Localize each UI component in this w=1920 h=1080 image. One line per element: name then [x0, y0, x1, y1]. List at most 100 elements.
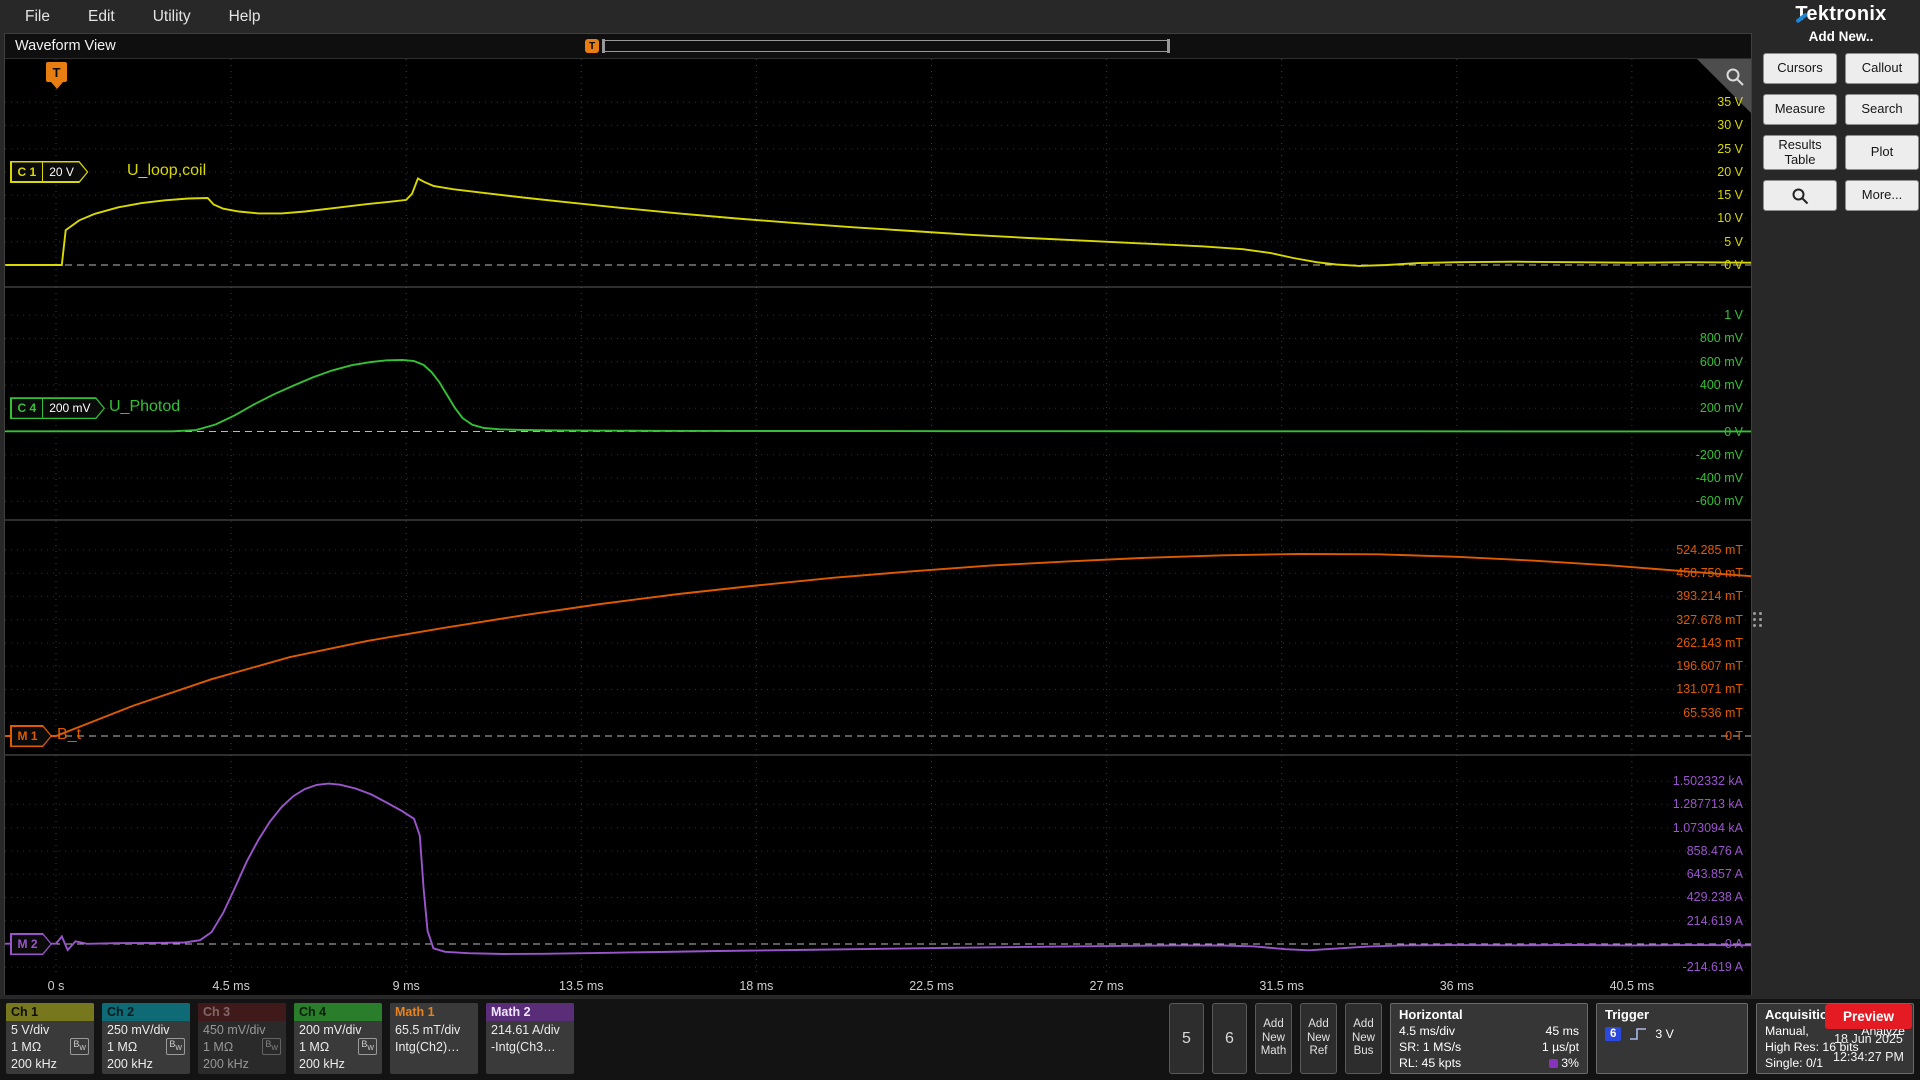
- y-tick-label-ch4: -400 mV: [1695, 471, 1743, 486]
- y-tick-label-math2: 214.619 A: [1686, 913, 1743, 928]
- badge-name: C 4: [17, 401, 37, 416]
- x-tick-label: 40.5 ms: [1609, 979, 1655, 993]
- magnifier-icon[interactable]: [1724, 66, 1746, 88]
- horizontal-window: 45 ms: [1545, 1024, 1580, 1038]
- bandwidth-limit-icon: BW: [70, 1038, 89, 1055]
- more-button[interactable]: More...: [1845, 180, 1919, 211]
- results-table-button[interactable]: Results Table: [1763, 135, 1837, 170]
- overview-right-bracket[interactable]: [1167, 39, 1170, 53]
- trigger-panel[interactable]: Trigger 6 3 V: [1596, 1003, 1748, 1074]
- y-tick-label-ch4: -600 mV: [1695, 494, 1743, 509]
- waveform-badge-ch1[interactable]: C 1 20 V: [10, 161, 88, 183]
- channel-badge-math-2[interactable]: Math 2 214.61 A/div -Intg(Ch3…: [486, 1003, 574, 1074]
- y-tick-label-ch4: 0 V: [1724, 424, 1743, 439]
- trigger-level: 3 V: [1655, 1027, 1674, 1041]
- channel-setting: 200 kHz: [107, 1056, 153, 1071]
- x-tick-label: 31.5 ms: [1259, 979, 1304, 993]
- channel-badge-header: Ch 1: [6, 1003, 94, 1021]
- channel-badge-math-1[interactable]: Math 1 65.5 mT/div Intg(Ch2)…: [390, 1003, 478, 1074]
- horizontal-record-length: RL: 45 kpts: [1399, 1056, 1462, 1070]
- channel-setting: 1 MΩ BW: [102, 1038, 190, 1055]
- channel-setting: 250 mV/div: [107, 1022, 170, 1037]
- y-tick-label-math1: 327.678 mT: [1676, 612, 1743, 627]
- zoom-overview-bar[interactable]: T: [585, 39, 1170, 53]
- overview-left-bracket[interactable]: [602, 39, 605, 53]
- channel-badge-header: Math 1: [390, 1003, 478, 1021]
- channel-setting: Intg(Ch2)…: [395, 1039, 460, 1054]
- y-tick-label-math1: 262.143 mT: [1676, 635, 1743, 650]
- channel-button-5[interactable]: 5: [1169, 1003, 1204, 1074]
- y-tick-label-ch1: 0 V: [1724, 258, 1743, 272]
- measure-button[interactable]: Measure: [1763, 94, 1837, 125]
- waveform-label-ch4: U_Photod: [109, 398, 181, 416]
- waveform-badge-math2[interactable]: M 2: [10, 933, 52, 955]
- plot-button[interactable]: Plot: [1845, 135, 1919, 170]
- y-tick-label-ch1: 20 V: [1717, 164, 1743, 179]
- channel-button-6[interactable]: 6: [1212, 1003, 1247, 1074]
- y-tick-label-math1: 393.214 mT: [1676, 589, 1743, 604]
- overview-track[interactable]: [602, 39, 1170, 53]
- channel-badge-ch-4[interactable]: Ch 4 200 mV/div 1 MΩ BW 200 kHz: [294, 1003, 382, 1074]
- badge-divider: [42, 399, 43, 418]
- badge-name: M 1: [17, 729, 38, 743]
- trigger-marker-flag[interactable]: T: [46, 62, 67, 89]
- channel-badge-header: Math 2: [486, 1003, 574, 1021]
- panel-splitter-handle[interactable]: [1753, 612, 1762, 627]
- menu-item-file[interactable]: File: [6, 3, 69, 31]
- channel-setting: 200 kHz: [299, 1056, 345, 1071]
- trace-math2: [5, 782, 1751, 955]
- waveform-canvas[interactable]: [5, 59, 1751, 977]
- x-tick-label: 27 ms: [1089, 979, 1124, 993]
- zoom-button[interactable]: [1763, 180, 1837, 211]
- y-tick-label-ch4: -200 mV: [1695, 447, 1743, 462]
- y-tick-label-ch4: 800 mV: [1699, 331, 1743, 346]
- add-new-math-button[interactable]: Add New Math: [1255, 1003, 1292, 1074]
- menu-item-edit[interactable]: Edit: [69, 3, 134, 31]
- channel-setting: -Intg(Ch3…: [491, 1039, 556, 1054]
- preview-button[interactable]: Preview: [1824, 1004, 1912, 1029]
- magnifier-icon: [1792, 188, 1809, 204]
- y-tick-label-ch1: 30 V: [1717, 118, 1743, 133]
- badge-name: M 2: [17, 937, 38, 951]
- callout-button[interactable]: Callout: [1845, 53, 1919, 84]
- logo-text: Tektronix: [1795, 3, 1887, 25]
- channel-setting: 1 MΩ BW: [198, 1038, 286, 1055]
- waveform-view-titlebar: Waveform View T: [5, 34, 1751, 59]
- y-tick-label-math1: 65.536 mT: [1683, 705, 1743, 720]
- waveform-badge-ch4[interactable]: C 4 200 mV: [10, 397, 105, 419]
- channel-badge-header: Ch 2: [102, 1003, 190, 1021]
- horizontal-percent: 3%: [1561, 1056, 1579, 1070]
- trace-ch4: [5, 358, 1751, 433]
- badge-divider: [42, 162, 43, 181]
- badge-scale: 20 V: [49, 164, 74, 179]
- menu-item-help[interactable]: Help: [210, 3, 280, 31]
- y-tick-label-math2: -214.619 A: [1682, 960, 1743, 975]
- y-tick-label-ch4: 600 mV: [1699, 354, 1743, 369]
- channel-badge-ch-3[interactable]: Ch 3 450 mV/div 1 MΩ BW 200 kHz: [198, 1003, 286, 1074]
- y-tick-label-math1: 524.285 mT: [1676, 542, 1743, 557]
- horizontal-sample-rate: SR: 1 MS/s: [1399, 1040, 1462, 1054]
- channel-badge-ch-1[interactable]: Ch 15 V/div 1 MΩ BW 200 kHz: [6, 1003, 94, 1074]
- menu-bar: File Edit Utility Help: [0, 0, 279, 33]
- acquisition-status: Single: 0/1: [1765, 1056, 1824, 1070]
- y-tick-label-ch1: 35 V: [1717, 95, 1743, 110]
- add-new-bus-button[interactable]: Add New Bus: [1345, 1003, 1382, 1074]
- y-tick-label-math2: 1.073094 kA: [1672, 820, 1743, 835]
- menu-item-utility[interactable]: Utility: [134, 3, 210, 31]
- channel-setting: 200 mV/div: [299, 1022, 362, 1037]
- channel-badge-ch-2[interactable]: Ch 2 250 mV/div 1 MΩ BW 200 kHz: [102, 1003, 190, 1074]
- trigger-source-badge: 6: [1605, 1027, 1622, 1041]
- waveform-plot-area[interactable]: T 35 V 30 V 25 V 20 V 15 V 10 V 5 V 0 V C 1 20 V U…: [5, 59, 1751, 995]
- x-tick-label: 22.5 ms: [909, 979, 954, 993]
- y-tick-label-math2: 858.476 A: [1686, 843, 1743, 858]
- add-new-ref-button[interactable]: Add New Ref: [1300, 1003, 1337, 1074]
- horizontal-panel[interactable]: Horizontal 4.5 ms/div 45 ms SR: 1 MS/s 1…: [1390, 1003, 1588, 1074]
- acquisition-mode: Manual,: [1765, 1024, 1809, 1038]
- trace-ch1: [5, 177, 1751, 267]
- y-tick-label-math1: 131.071 mT: [1676, 682, 1743, 697]
- cursors-button[interactable]: Cursors: [1763, 53, 1837, 84]
- bandwidth-limit-icon: BW: [358, 1038, 377, 1055]
- horizontal-title: Horizontal: [1399, 1007, 1463, 1022]
- search-button[interactable]: Search: [1845, 94, 1919, 125]
- waveform-badge-math1[interactable]: M 1: [10, 725, 52, 747]
